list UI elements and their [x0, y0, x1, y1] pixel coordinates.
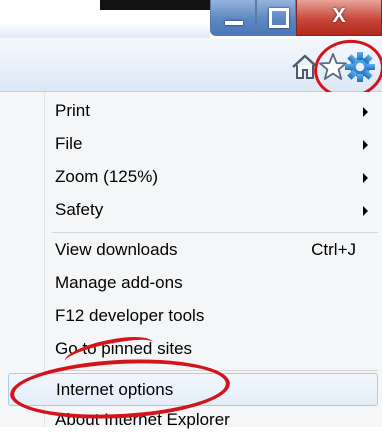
window-controls: X: [210, 0, 382, 38]
menu-item-developer-tools[interactable]: F12 developer tools: [8, 300, 378, 333]
close-icon: X: [332, 5, 346, 27]
submenu-arrow-icon: [363, 173, 368, 183]
maximize-button[interactable]: [256, 0, 296, 36]
submenu-arrow-icon: [363, 107, 368, 117]
menu-item-label: Zoom (125%): [55, 167, 158, 186]
menu-item-safety[interactable]: Safety: [8, 194, 378, 227]
menu-item-label: Manage add-ons: [55, 273, 183, 292]
menu-item-label: F12 developer tools: [55, 306, 205, 325]
menu-item-label: Safety: [55, 200, 104, 219]
menu-item-label: View downloads: [55, 240, 178, 259]
title-bar: X: [0, 0, 382, 38]
maximize-icon: [269, 8, 289, 28]
menu-item-manage-add-ons[interactable]: Manage add-ons: [8, 267, 378, 300]
menu-item-print[interactable]: Print: [8, 95, 378, 128]
menu-item-view-downloads[interactable]: View downloads Ctrl+J: [8, 234, 378, 267]
menu-item-zoom[interactable]: Zoom (125%): [8, 161, 378, 194]
menu-separator: [52, 232, 378, 233]
close-button[interactable]: X: [296, 0, 382, 36]
menu-item-label: File: [55, 134, 83, 153]
submenu-arrow-icon: [363, 140, 368, 150]
submenu-arrow-icon: [363, 206, 368, 216]
menu-item-label: Print: [55, 101, 90, 120]
menu-item-pinned-sites[interactable]: Go to pinned sites: [8, 333, 378, 366]
menu-item-file[interactable]: File: [8, 128, 378, 161]
menu-item-shortcut: Ctrl+J: [311, 240, 356, 259]
minimize-icon: [225, 21, 243, 25]
minimize-button[interactable]: [210, 0, 256, 36]
